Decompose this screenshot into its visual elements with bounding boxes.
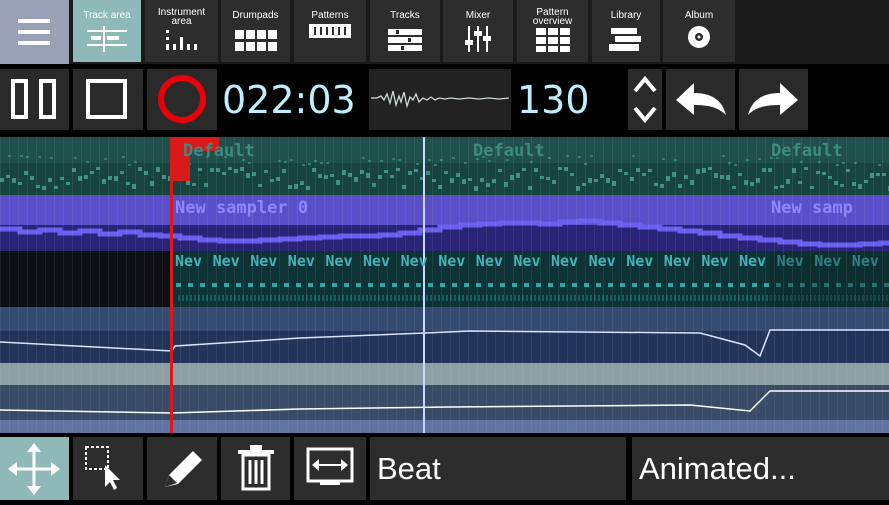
trash-icon (238, 445, 274, 491)
select-tool-button[interactable] (73, 437, 143, 500)
nav-library[interactable]: Library (592, 0, 660, 62)
tracks-icon (388, 29, 422, 51)
track-area-icon (87, 26, 127, 52)
undo-icon (676, 83, 726, 115)
move-icon (8, 443, 60, 495)
beat-snap-label: Beat (377, 451, 441, 486)
delete-tool-button[interactable] (221, 437, 290, 500)
nav-library-label: Library (610, 10, 642, 21)
nav-instrument-area-label: Instrument area (145, 8, 218, 27)
note-block-label: Nev (551, 252, 579, 270)
album-icon (688, 26, 710, 48)
move-tool-button[interactable] (0, 437, 69, 500)
note-block-label: Nev (250, 252, 278, 270)
note-block-label: Nev (475, 252, 503, 270)
nav-tracks-label: Tracks (390, 10, 420, 21)
note-block-label: Nev (739, 252, 767, 270)
instrument-area-icon (165, 30, 197, 50)
nav-drumpads[interactable]: Drumpads (221, 0, 290, 62)
nav-patterns[interactable]: Patterns (294, 0, 366, 62)
animation-mode-label: Animated... (639, 451, 796, 486)
track-area[interactable]: Default Default Default New sampler 0 Ne… (0, 137, 889, 433)
note-block-label: Nev (363, 252, 391, 270)
waveform-icon (371, 90, 510, 109)
note-block-label: Nev (325, 252, 353, 270)
redo-icon (748, 83, 798, 115)
waveform-display (369, 69, 511, 130)
note-block-label: Nev (588, 252, 616, 270)
chevron-up-icon (633, 75, 657, 93)
hamburger-icon (18, 19, 50, 45)
note-block-label: Nev (175, 252, 203, 270)
note-block-label: Nev (212, 252, 240, 270)
note-block-label: Nev (626, 252, 654, 270)
nav-track-area[interactable]: Track area (73, 0, 141, 62)
library-icon (609, 28, 641, 51)
chevron-down-icon (633, 106, 657, 124)
nav-pattern-overview-label: Pattern overview (517, 8, 588, 27)
animation-mode-selector[interactable]: Animated... (632, 437, 889, 500)
note-block-label: Nev (400, 252, 428, 270)
select-icon (85, 446, 120, 490)
fit-screen-icon (306, 447, 354, 485)
note-block-label: Nev (701, 252, 729, 270)
fit-view-button[interactable] (294, 437, 366, 500)
nav-instrument-area-line2: area (171, 16, 192, 27)
mixer-icon (465, 26, 491, 52)
pattern-overview-icon (535, 28, 570, 52)
stop-button[interactable] (73, 69, 143, 130)
note-block-label: Nev (438, 252, 466, 270)
nav-track-area-label: Track area (83, 10, 131, 21)
note-block-label: Nev (776, 252, 804, 270)
nav-pattern-overview-line2: overview (532, 16, 573, 27)
patterns-icon (309, 24, 351, 38)
record-icon (158, 75, 206, 123)
tempo-stepper[interactable] (628, 69, 662, 130)
redo-button[interactable] (739, 69, 808, 130)
menu-button[interactable] (0, 0, 69, 64)
nav-instrument-area[interactable]: Instrument area (145, 0, 218, 62)
note-block-label: Nev (513, 252, 541, 270)
nav-patterns-label: Patterns (311, 10, 349, 21)
pause-button[interactable] (0, 69, 69, 130)
drumpads-icon (234, 30, 277, 51)
beat-snap-selector[interactable]: Beat (370, 437, 626, 500)
pause-icon (11, 79, 56, 119)
nav-drumpads-label: Drumpads (232, 10, 279, 21)
pencil-icon (165, 451, 202, 487)
nav-mixer-label: Mixer (465, 10, 491, 21)
note-block-label: Nev (851, 252, 879, 270)
note-block-label: Nev (287, 252, 315, 270)
record-button[interactable] (147, 69, 217, 130)
nav-pattern-overview[interactable]: Pattern overview (517, 0, 588, 62)
nav-mixer[interactable]: Mixer (443, 0, 513, 62)
time-display: 022:03 (222, 78, 356, 122)
nav-album-label: Album (684, 10, 714, 21)
nav-tracks[interactable]: Tracks (370, 0, 440, 62)
tempo-display: 130 (517, 78, 590, 122)
pencil-tool-button[interactable] (147, 437, 217, 500)
nav-album[interactable]: Album (663, 0, 735, 62)
note-labels: Nev Nev Nev Nev Nev Nev Nev Nev Nev Nev Nev Nev Nev N… (0, 137, 889, 433)
stop-icon (86, 79, 127, 119)
undo-button[interactable] (666, 69, 735, 130)
note-block-label: Nev (814, 252, 842, 270)
note-block-label: Nev (663, 252, 691, 270)
